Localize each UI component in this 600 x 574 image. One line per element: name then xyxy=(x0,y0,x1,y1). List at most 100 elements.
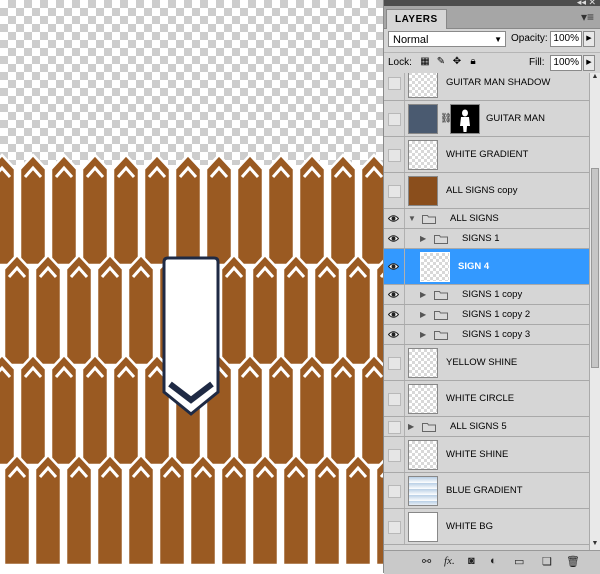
layer-name: ALL SIGNS copy xyxy=(446,185,518,196)
eye-icon[interactable] xyxy=(388,261,399,272)
eye-icon[interactable] xyxy=(388,233,399,244)
add-mask-icon[interactable]: ◙ xyxy=(468,555,475,567)
new-layer-icon[interactable]: ❏ xyxy=(542,555,552,568)
wood-sign xyxy=(235,153,265,267)
layers-toolbar: ⚯ fx. ◙ ◐ ▭ ❏ 🗑︎ xyxy=(384,550,600,574)
layer-row[interactable]: YELLOW SHINE xyxy=(384,345,589,381)
wood-sign xyxy=(328,353,358,467)
visibility-toggle[interactable] xyxy=(388,485,401,498)
eye-icon[interactable] xyxy=(388,289,399,300)
chevron-right-icon[interactable]: ▶ xyxy=(420,234,426,243)
eye-icon[interactable] xyxy=(388,309,399,320)
layer-name: WHITE SHINE xyxy=(446,449,509,460)
opacity-field[interactable]: 100% xyxy=(550,31,582,47)
layer-thumbnail xyxy=(420,252,450,282)
layer-name: GUITAR MAN xyxy=(486,113,545,124)
layer-row[interactable]: ▶ SIGNS 1 copy 3 xyxy=(384,325,589,345)
wood-sign xyxy=(95,253,125,367)
wood-sign xyxy=(312,253,342,367)
row-divider xyxy=(404,229,405,248)
layer-row[interactable]: WHITE SHINE xyxy=(384,437,589,473)
layer-row[interactable]: BLUE GRADIENT xyxy=(384,473,589,509)
panel-menu-icon[interactable]: ▾≡ xyxy=(581,10,594,24)
document-canvas[interactable] xyxy=(0,0,383,573)
eye-icon[interactable] xyxy=(388,213,399,224)
layer-row[interactable]: GUITAR MAN SHADOW xyxy=(384,73,589,101)
layer-name: SIGNS 1 copy xyxy=(462,289,523,300)
chevron-down-icon[interactable]: ▼ xyxy=(408,214,416,223)
scroll-down-icon[interactable]: ▼ xyxy=(590,540,600,550)
visibility-toggle[interactable] xyxy=(388,113,401,126)
adjustment-layer-icon[interactable]: ◐ xyxy=(490,555,497,567)
layer-list-scrollbar[interactable]: ▲ ▼ xyxy=(589,73,600,550)
row-divider xyxy=(404,417,405,436)
wood-sign xyxy=(204,153,234,267)
scroll-up-icon[interactable]: ▲ xyxy=(590,73,600,83)
wood-sign xyxy=(374,459,383,567)
layer-row[interactable]: ⛓ GUITAR MAN xyxy=(384,101,589,137)
layer-row[interactable]: ▶ SIGNS 1 copy 2 xyxy=(384,305,589,325)
row-divider xyxy=(404,137,405,172)
layer-name: ALL SIGNS xyxy=(450,213,499,224)
layer-row[interactable]: ▶ ALL SIGNS 5 xyxy=(384,417,589,437)
eye-icon[interactable] xyxy=(388,329,399,340)
visibility-toggle[interactable] xyxy=(388,449,401,462)
blend-mode-value: Normal xyxy=(393,34,429,46)
visibility-toggle[interactable] xyxy=(388,357,401,370)
lock-position-icon[interactable]: ✥ xyxy=(452,57,462,67)
chevron-down-icon: ▼ xyxy=(494,35,502,44)
visibility-toggle[interactable] xyxy=(388,149,401,162)
wood-sign xyxy=(18,353,48,467)
layer-thumbnail xyxy=(408,73,438,98)
scroll-thumb[interactable] xyxy=(591,168,599,368)
layer-row[interactable]: WHITE CIRCLE xyxy=(384,381,589,417)
new-group-icon[interactable]: ▭ xyxy=(514,555,524,568)
wood-sign xyxy=(49,353,79,467)
visibility-toggle[interactable] xyxy=(388,393,401,406)
lock-transparent-icon[interactable]: ▦ xyxy=(420,57,430,67)
lock-all-icon[interactable]: 🔒︎ xyxy=(468,57,478,67)
layer-row[interactable]: ALL SIGNS copy xyxy=(384,173,589,209)
wood-sign xyxy=(142,153,172,267)
opacity-arrow-icon[interactable]: ▶ xyxy=(583,31,595,47)
trash-icon[interactable]: 🗑︎ xyxy=(566,555,580,568)
visibility-toggle[interactable] xyxy=(388,421,401,434)
wood-sign xyxy=(157,453,187,567)
visibility-toggle[interactable] xyxy=(388,77,401,90)
link-layers-icon[interactable]: ⚯ xyxy=(422,555,431,568)
layer-thumbnail xyxy=(408,476,438,506)
selected-white-sign[interactable] xyxy=(162,256,220,416)
layer-row[interactable]: WHITE GRADIENT xyxy=(384,137,589,173)
wood-sign xyxy=(328,153,358,267)
layer-name: SIGNS 1 copy 3 xyxy=(462,329,531,340)
layer-row[interactable]: WHITE BG xyxy=(384,509,589,545)
wood-sign xyxy=(297,353,327,467)
fill-field[interactable]: 100% xyxy=(550,55,582,71)
layer-mask-thumbnail[interactable] xyxy=(450,104,480,134)
chevron-right-icon[interactable]: ▶ xyxy=(420,290,426,299)
lock-image-icon[interactable]: ✎ xyxy=(436,57,446,67)
wood-sign xyxy=(80,353,110,467)
layer-row[interactable]: SIGN 4 xyxy=(384,249,589,285)
chevron-right-icon[interactable]: ▶ xyxy=(420,310,426,319)
layer-row[interactable]: ▶ SIGNS 1 copy xyxy=(384,285,589,305)
tab-layers[interactable]: LAYERS xyxy=(386,9,447,29)
visibility-toggle[interactable] xyxy=(388,185,401,198)
chevron-right-icon[interactable]: ▶ xyxy=(408,422,414,431)
fx-icon[interactable]: fx. xyxy=(444,555,455,567)
layer-row[interactable]: ▶ SIGNS 1 xyxy=(384,229,589,249)
visibility-toggle[interactable] xyxy=(388,521,401,534)
blend-mode-select[interactable]: Normal ▼ xyxy=(388,31,506,47)
layer-thumbnail xyxy=(408,512,438,542)
wood-sign xyxy=(111,153,141,267)
layer-thumbnail xyxy=(408,104,438,134)
layer-row[interactable]: ▼ ALL SIGNS xyxy=(384,209,589,229)
chevron-right-icon[interactable]: ▶ xyxy=(420,330,426,339)
row-divider xyxy=(404,209,405,228)
layer-name: SIGNS 1 xyxy=(462,233,500,244)
wood-sign xyxy=(297,153,327,267)
wood-sign xyxy=(250,453,280,567)
fill-arrow-icon[interactable]: ▶ xyxy=(583,55,595,71)
wood-sign xyxy=(374,259,383,367)
wood-sign xyxy=(0,153,17,267)
